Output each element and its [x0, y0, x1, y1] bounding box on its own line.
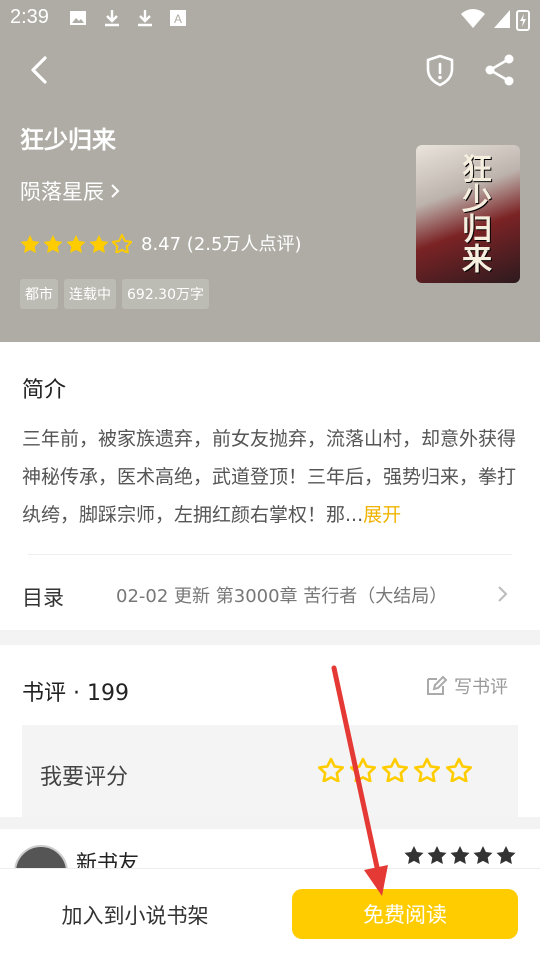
- back-button[interactable]: [22, 52, 58, 88]
- tag: 692.30万字: [122, 279, 209, 309]
- star-icon: [450, 846, 470, 864]
- rate-star-3[interactable]: [381, 757, 409, 786]
- reviews-heading: 书评 · 199: [22, 681, 129, 706]
- rate-box: 我要评分: [22, 725, 518, 817]
- rate-star-2[interactable]: [349, 757, 377, 786]
- image-icon: [70, 11, 86, 25]
- rating-text: 8.47 (2.5万人点评): [141, 234, 302, 255]
- intro-text: 三年前，被家族遗弃，前女友抛弃，流落山村，却意外获得神秘传承，医术高绝，武道登顶…: [22, 420, 518, 534]
- star-icon: [20, 234, 40, 253]
- star-icon: [473, 846, 493, 864]
- author-link[interactable]: 陨落星辰: [20, 176, 122, 206]
- chevron-right-icon: [111, 184, 120, 198]
- review-stars: [404, 845, 516, 864]
- share-icon[interactable]: [480, 50, 520, 90]
- tag-list: 都市 连载中 692.30万字: [20, 279, 209, 309]
- expand-link[interactable]: 展开: [363, 504, 401, 526]
- intro-heading: 简介: [22, 378, 67, 403]
- status-bar: 2:39 A: [0, 0, 540, 36]
- cover-title: 狂少归来: [456, 153, 491, 273]
- chevron-right-icon: [498, 586, 508, 602]
- tag: 连载中: [64, 279, 116, 309]
- star-icon: [404, 846, 424, 864]
- book-cover-image: 狂少归来: [416, 145, 520, 283]
- status-time: 2:39: [10, 6, 49, 28]
- rate-label: 我要评分: [40, 765, 129, 790]
- download-icon: [138, 10, 152, 27]
- signal-icon: [494, 10, 510, 28]
- wifi-icon: [461, 9, 485, 28]
- tag: 都市: [20, 279, 58, 309]
- rate-star-1[interactable]: [317, 757, 345, 786]
- battery-icon: [516, 10, 530, 31]
- star-icon: [89, 234, 109, 253]
- intro-card: 简介 三年前，被家族遗弃，前女友抛弃，流落山村，却意外获得神秘传承，医术高绝，武…: [0, 342, 540, 630]
- half-star-icon: [112, 233, 132, 253]
- star-icon: [496, 846, 516, 864]
- add-to-shelf-button[interactable]: 加入到小说书架: [20, 889, 250, 941]
- rate-stars: [317, 757, 473, 786]
- divider: [28, 554, 512, 555]
- font-icon: A: [170, 10, 186, 26]
- star-icon: [43, 234, 63, 253]
- edit-icon: [427, 675, 448, 695]
- book-title: 狂少归来: [20, 126, 116, 154]
- toc-latest-update: 02-02 更新 第3000章 苦行者（大结局）: [116, 586, 448, 607]
- download-icon: [105, 10, 119, 27]
- rate-star-5[interactable]: [445, 757, 473, 786]
- star-icon: [66, 234, 86, 253]
- toc-label: 目录: [22, 586, 64, 610]
- free-read-button[interactable]: 免费阅读: [292, 889, 518, 939]
- report-shield-icon[interactable]: [420, 50, 460, 90]
- star-icon: [427, 846, 447, 864]
- divider: [0, 817, 540, 829]
- bottom-action-bar: 加入到小说书架 免费阅读: [0, 868, 540, 961]
- rate-star-4[interactable]: [413, 757, 441, 786]
- intro-body: 三年前，被家族遗弃，前女友抛弃，流落山村，却意外获得神秘传承，医术高绝，武道登顶…: [22, 428, 517, 526]
- write-review-button[interactable]: 写书评: [424, 673, 508, 699]
- rating-row: 8.47 (2.5万人点评): [20, 230, 301, 256]
- write-review-label: 写书评: [454, 677, 508, 698]
- author-name: 陨落星辰: [20, 180, 104, 204]
- svg-text:A: A: [174, 12, 182, 26]
